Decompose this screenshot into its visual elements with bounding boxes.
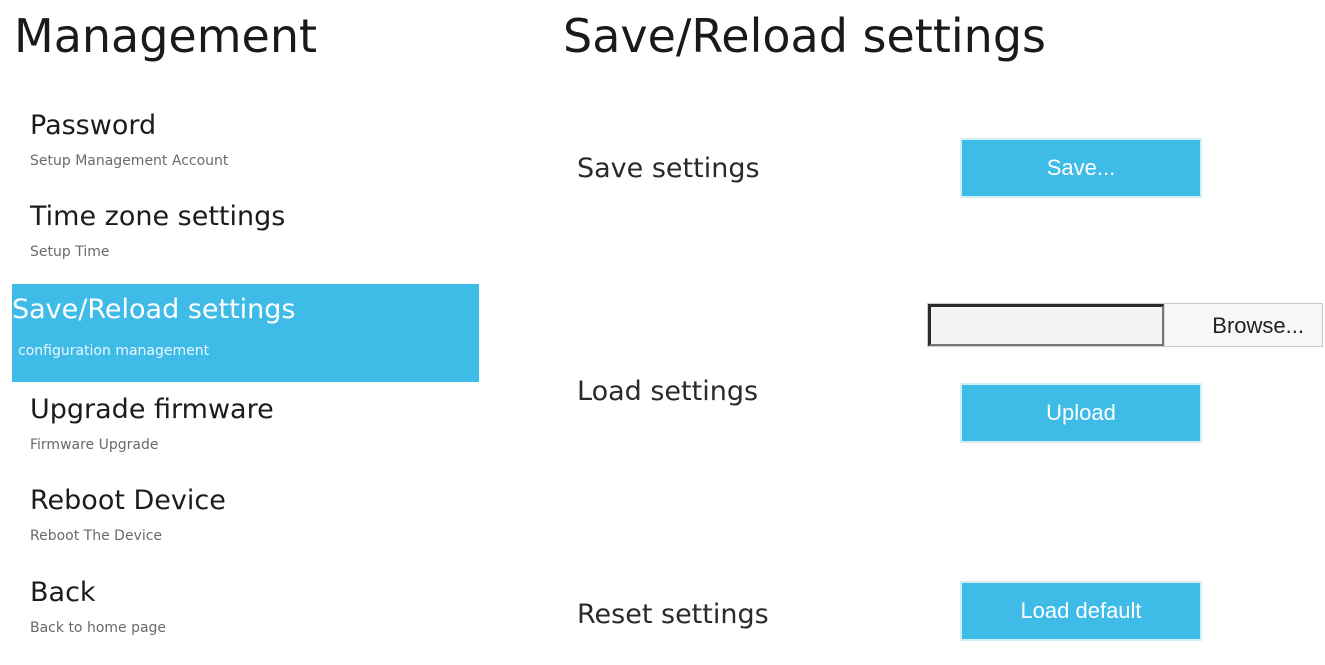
- menu-item-back[interactable]: Back Back to home page: [30, 575, 480, 665]
- menu-item-subtitle: Setup Management Account: [30, 153, 229, 169]
- menu-item-label: Upgrade firmware: [30, 394, 274, 425]
- menu-item-label: Save/Reload settings: [12, 294, 296, 325]
- upload-button[interactable]: Upload: [960, 383, 1202, 443]
- file-path-field[interactable]: [928, 304, 1164, 346]
- menu-item-subtitle: configuration management: [18, 343, 210, 359]
- menu-item-subtitle: Reboot The Device: [30, 528, 163, 544]
- management-menu: Password Setup Management Account Time z…: [0, 0, 520, 646]
- menu-item-subtitle: Setup Time: [30, 244, 110, 260]
- menu-item-label: Reboot Device: [30, 485, 226, 516]
- menu-item-label: Password: [30, 110, 157, 141]
- menu-item-reboot-device[interactable]: Reboot Device Reboot The Device: [30, 483, 480, 573]
- page-title: Save/Reload settings: [563, 9, 1046, 63]
- menu-item-label: Back: [30, 577, 96, 608]
- menu-item-upgrade-firmware[interactable]: Upgrade firmware Firmware Upgrade: [30, 392, 480, 482]
- menu-item-subtitle: Back to home page: [30, 620, 167, 636]
- menu-item-label: Time zone settings: [30, 201, 286, 232]
- menu-item-save-reload[interactable]: Save/Reload settings configuration manag…: [12, 284, 479, 382]
- browse-button[interactable]: Browse...: [1164, 304, 1322, 346]
- menu-item-subtitle: Firmware Upgrade: [30, 437, 159, 453]
- file-picker: Browse...: [927, 303, 1323, 347]
- menu-item-password[interactable]: Password Setup Management Account: [30, 108, 480, 198]
- menu-item-time-zone[interactable]: Time zone settings Setup Time: [30, 199, 480, 289]
- save-settings-label: Save settings: [577, 153, 760, 184]
- reset-settings-label: Reset settings: [577, 599, 769, 630]
- save-button[interactable]: Save...: [960, 138, 1202, 198]
- load-settings-label: Load settings: [577, 376, 759, 407]
- load-default-button[interactable]: Load default: [960, 581, 1202, 641]
